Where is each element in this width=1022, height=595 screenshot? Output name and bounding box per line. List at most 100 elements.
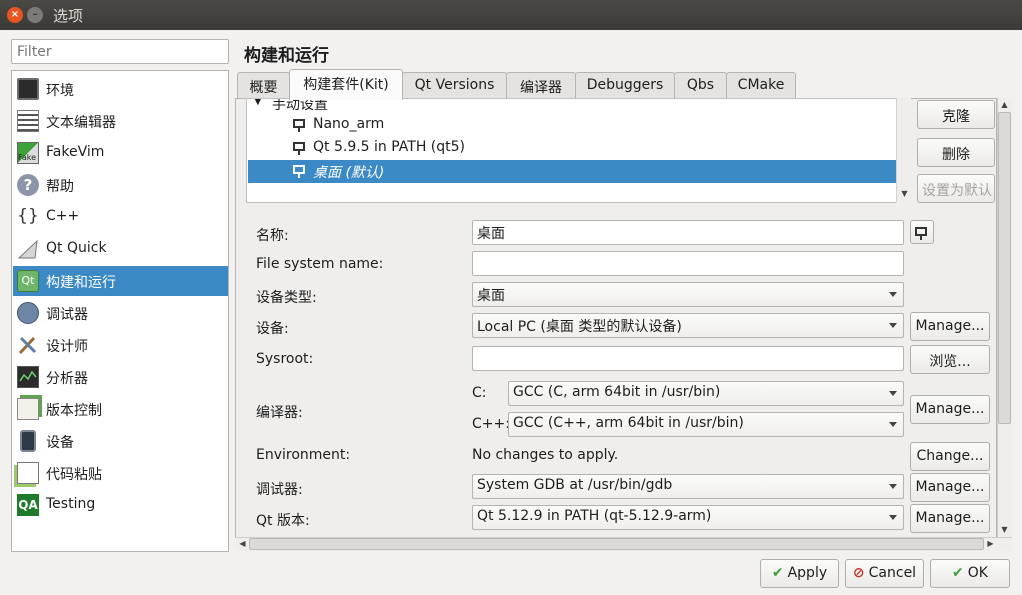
fs-name-input[interactable] bbox=[472, 251, 904, 276]
device-icon-button[interactable] bbox=[910, 220, 934, 244]
category-item-analyzer[interactable]: 分析器 bbox=[13, 362, 228, 392]
check-icon: ✔ bbox=[952, 565, 964, 581]
category-list: 环境 文本编辑器 Fake FakeVim ? 帮助 {} C++ Qt Qui… bbox=[11, 70, 229, 552]
device-select[interactable]: Local PC (桌面 类型的默认设备) bbox=[472, 313, 904, 338]
tab-debuggers[interactable]: Debuggers bbox=[575, 72, 675, 99]
category-item-designer[interactable]: 设计师 bbox=[13, 330, 228, 360]
qt-version-manage-button[interactable]: Manage... bbox=[910, 504, 990, 533]
scroll-right-icon: ▶ bbox=[987, 539, 994, 548]
cancel-icon: ⊘ bbox=[852, 565, 865, 581]
device-manage-button[interactable]: Manage... bbox=[910, 312, 990, 341]
qt-version-label: Qt 版本: bbox=[256, 513, 310, 529]
apply-label: Apply bbox=[787, 565, 828, 581]
tab-kits[interactable]: 构建套件(Kit) bbox=[289, 69, 403, 100]
c-compiler-label: C: bbox=[472, 385, 487, 401]
chevron-down-icon bbox=[889, 484, 897, 489]
category-item-build-run[interactable]: Qt 构建和运行 bbox=[13, 266, 228, 296]
category-item-cpp[interactable]: {} C++ bbox=[13, 202, 228, 232]
debugger-manage-button[interactable]: Manage... bbox=[910, 473, 990, 502]
kit-tree[interactable]: ▼ 手动设置 Nano_arm Qt 5.9.5 in PATH (qt5) 桌… bbox=[246, 98, 911, 203]
qt-quick-icon bbox=[17, 238, 39, 260]
chevron-down-icon bbox=[889, 422, 897, 427]
c-compiler-select[interactable]: GCC (C, arm 64bit in /usr/bin) bbox=[508, 381, 904, 406]
apply-button[interactable]: ✔ Apply bbox=[760, 559, 839, 588]
fakevim-icon: Fake bbox=[17, 142, 39, 164]
analyzer-icon bbox=[17, 366, 39, 388]
category-label: 代码粘贴 bbox=[46, 467, 102, 483]
fs-name-label: File system name: bbox=[256, 256, 384, 272]
device-type-select[interactable]: 桌面 bbox=[472, 282, 904, 307]
category-item-text-editor[interactable]: 文本编辑器 bbox=[13, 106, 228, 136]
category-label: 帮助 bbox=[46, 179, 74, 195]
kit-tree-scrollbar[interactable]: ▼ bbox=[896, 98, 911, 203]
category-item-debugger[interactable]: 调试器 bbox=[13, 298, 228, 328]
chevron-down-icon bbox=[889, 292, 897, 297]
ok-button[interactable]: ✔ OK bbox=[930, 559, 1010, 588]
scroll-down-icon: ▼ bbox=[901, 189, 908, 198]
tab-qt-versions[interactable]: Qt Versions bbox=[402, 72, 507, 99]
category-label: 调试器 bbox=[46, 307, 88, 323]
cpp-compiler-select[interactable]: GCC (C++, arm 64bit in /usr/bin) bbox=[508, 412, 904, 437]
window-close-button[interactable]: × bbox=[7, 7, 23, 23]
kit-group-label: 手动设置 bbox=[272, 98, 328, 113]
code-paste-icon bbox=[17, 462, 39, 484]
sysroot-input[interactable] bbox=[472, 346, 904, 371]
chevron-down-icon bbox=[889, 515, 897, 520]
debugger-select[interactable]: System GDB at /usr/bin/gdb bbox=[472, 474, 904, 499]
cpp-compiler-value: GCC (C++, arm 64bit in /usr/bin) bbox=[513, 415, 744, 431]
horizontal-scroll-thumb[interactable] bbox=[249, 538, 984, 550]
category-label: 设备 bbox=[46, 435, 74, 451]
designer-icon bbox=[17, 334, 39, 356]
category-item-testing[interactable]: QA Testing bbox=[13, 490, 228, 520]
cancel-button[interactable]: ⊘ Cancel bbox=[845, 559, 924, 588]
filter-input[interactable] bbox=[11, 39, 229, 64]
compiler-manage-button[interactable]: Manage... bbox=[910, 395, 990, 424]
category-item-qt-quick[interactable]: Qt Quick bbox=[13, 234, 228, 264]
computer-icon bbox=[293, 142, 305, 155]
category-label: 环境 bbox=[46, 83, 74, 99]
computer-icon bbox=[293, 119, 305, 132]
environment-change-button[interactable]: Change... bbox=[910, 442, 990, 471]
environment-label: Environment: bbox=[256, 447, 351, 463]
tab-compilers[interactable]: 编译器 bbox=[506, 72, 576, 99]
category-item-environment[interactable]: 环境 bbox=[13, 74, 228, 104]
qa-icon: QA bbox=[17, 494, 39, 516]
kit-item-label: Nano_arm bbox=[313, 116, 385, 132]
sysroot-browse-button[interactable]: 浏览... bbox=[910, 345, 990, 374]
tab-cmake[interactable]: CMake bbox=[726, 72, 796, 99]
kit-item-qt595[interactable]: Qt 5.9.5 in PATH (qt5) bbox=[248, 137, 896, 160]
device-value: Local PC (桌面 类型的默认设备) bbox=[477, 319, 682, 335]
category-label: 文本编辑器 bbox=[46, 115, 116, 131]
category-item-version-control[interactable]: 版本控制 bbox=[13, 394, 228, 424]
text-editor-icon bbox=[17, 110, 39, 132]
category-item-fakevim[interactable]: Fake FakeVim bbox=[13, 138, 228, 168]
kit-item-desktop[interactable]: 桌面 (默认) bbox=[248, 160, 896, 183]
category-label: 分析器 bbox=[46, 371, 88, 387]
category-item-code-paste[interactable]: 代码粘贴 bbox=[13, 458, 228, 488]
category-label: C++ bbox=[46, 208, 80, 224]
make-default-button[interactable]: 设置为默认 bbox=[917, 174, 995, 203]
category-label: Testing bbox=[46, 496, 96, 512]
kit-item-nano-arm[interactable]: Nano_arm bbox=[248, 114, 896, 137]
chevron-down-icon bbox=[889, 391, 897, 396]
remove-button[interactable]: 删除 bbox=[917, 138, 995, 167]
category-item-help[interactable]: ? 帮助 bbox=[13, 170, 228, 200]
vertical-scroll-thumb[interactable] bbox=[998, 112, 1011, 424]
tab-qbs[interactable]: Qbs bbox=[674, 72, 727, 99]
expand-arrow-icon: ▼ bbox=[254, 98, 262, 107]
chevron-down-icon bbox=[889, 323, 897, 328]
clone-button[interactable]: 克隆 bbox=[917, 100, 995, 129]
kit-group-manual[interactable]: ▼ 手动设置 bbox=[248, 98, 896, 115]
window-minimize-button[interactable]: – bbox=[27, 7, 43, 23]
computer-icon bbox=[915, 227, 927, 240]
device-label: 设备: bbox=[256, 321, 289, 337]
window-title: 选项 bbox=[53, 7, 84, 25]
ok-label: OK bbox=[967, 565, 988, 581]
name-input[interactable]: 桌面 bbox=[472, 220, 904, 245]
tab-general[interactable]: 概要 bbox=[237, 72, 290, 99]
compiler-label: 编译器: bbox=[256, 405, 303, 421]
qt-version-select[interactable]: Qt 5.12.9 in PATH (qt-5.12.9-arm) bbox=[472, 505, 904, 530]
category-label: Qt Quick bbox=[46, 240, 107, 256]
category-label: 构建和运行 bbox=[46, 275, 116, 291]
category-item-devices[interactable]: 设备 bbox=[13, 426, 228, 456]
